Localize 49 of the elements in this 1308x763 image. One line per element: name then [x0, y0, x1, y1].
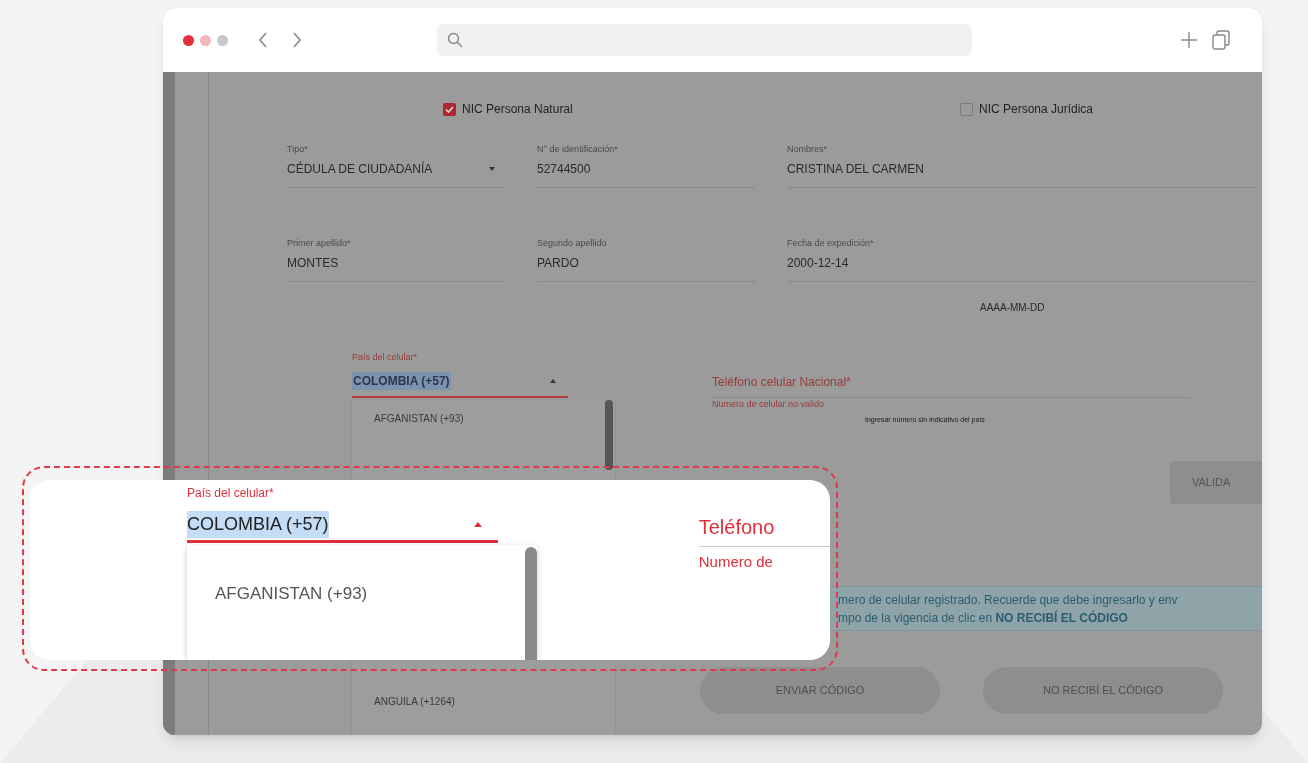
caret-down-icon [489, 167, 495, 171]
selected-country: COLOMBIA (+57) [187, 510, 329, 538]
phone-label: Teléfono celular Nacional* [712, 374, 851, 391]
forward-icon[interactable] [292, 32, 302, 48]
back-icon[interactable] [258, 32, 268, 48]
form-field[interactable]: N° de identificación* 52744500 [537, 143, 755, 188]
field-value: MONTES [287, 255, 339, 272]
field-value: CÉDULA DE CIUDADANÍA [287, 160, 433, 178]
field-value: PARDO [537, 255, 579, 272]
info-text: mero de celular registrado. Recuerde que debe ingresarlo y env [838, 591, 1179, 609]
dropdown-option[interactable]: AFGANISTAN (+93) [215, 584, 368, 603]
selected-country: COLOMBIA (+57) [352, 371, 451, 390]
form-field[interactable]: Fecha de expedición* 2000-12-14 [787, 237, 1255, 282]
field-label: País del celular* [352, 351, 419, 364]
checkbox[interactable] [960, 102, 973, 116]
info-text: mpo de la vigencia de clic en NO RECIBÍ EL CÓDIGO [838, 609, 1129, 627]
tabs-icon[interactable] [1212, 30, 1230, 50]
scrollbar-thumb[interactable] [605, 400, 613, 470]
new-tab-icon[interactable] [1180, 31, 1198, 49]
field-label: País del celular* [187, 485, 274, 502]
date-format-hint: AAAA-MM-DD [980, 301, 1045, 315]
country-select[interactable]: COLOMBIA (+57) [187, 508, 498, 543]
field-value: 2000-12-14 [787, 255, 849, 272]
field-value: CRISTINA DEL CARMEN [787, 161, 924, 178]
caret-up-icon [550, 378, 556, 383]
scrollbar-thumb[interactable] [524, 547, 537, 660]
country-select[interactable]: COLOMBIA (+57) [352, 365, 568, 398]
field-label: Segundo apellido [537, 237, 607, 250]
field-label: Primer apellido* [287, 237, 351, 250]
error-message: Numero de [698, 552, 773, 572]
phone-field[interactable]: Teléfono [698, 512, 830, 547]
search-icon [447, 32, 463, 48]
checkbox[interactable] [443, 102, 456, 116]
form-field[interactable]: Segundo apellido PARDO [537, 237, 755, 282]
form-field[interactable]: Primer apellido* MONTES [287, 237, 505, 282]
field-label: Tipo* [287, 143, 308, 156]
field-value: 52744500 [537, 161, 591, 178]
error-message: Numero de celular no valido [712, 398, 825, 411]
dropdown-option[interactable]: AFGANISTAN (+93) [352, 400, 615, 436]
field-label: Nombres* [787, 143, 827, 156]
form-field[interactable]: Nombres* CRISTINA DEL CARMEN [787, 143, 1255, 188]
phone-label: Teléfono [698, 515, 775, 540]
field-label: N° de identificación* [537, 143, 618, 156]
form-field[interactable]: Tipo* CÉDULA DE CIUDADANÍA [287, 143, 505, 188]
field-label: Fecha de expedición* [787, 237, 874, 250]
caret-up-icon [474, 521, 482, 527]
checkbox-label: NIC Persona Natural [462, 101, 573, 118]
dropdown-option[interactable]: ANGUILA (+1264) [352, 683, 615, 719]
checkbox-label: NIC Persona Jurídica [979, 101, 1094, 118]
